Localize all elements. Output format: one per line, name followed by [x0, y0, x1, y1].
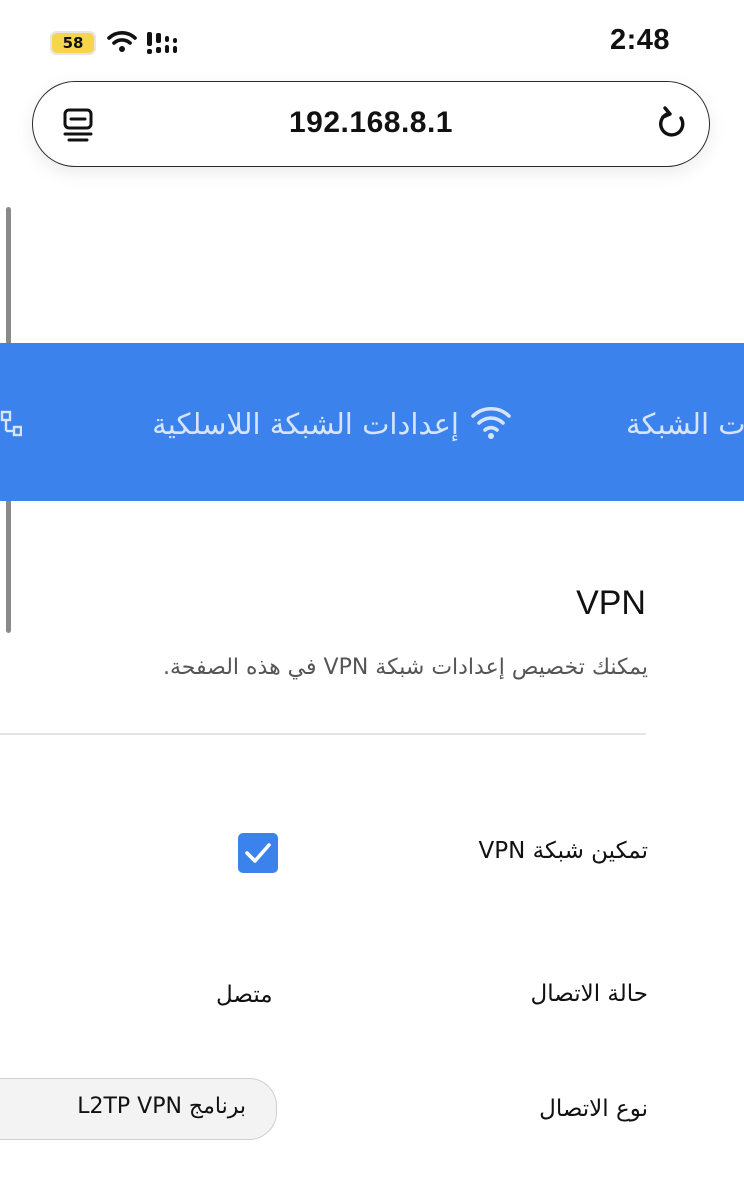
network-topology-icon[interactable] — [0, 407, 22, 437]
url-text[interactable]: 192.168.8.1 — [33, 106, 709, 140]
nav-item-wireless-settings[interactable]: إعدادات الشبكة اللاسلكية — [152, 407, 459, 441]
connection-type-value: برنامج L2TP VPN — [77, 1094, 246, 1119]
checkmark-icon — [245, 843, 271, 863]
status-bar: 58 2:48 — [0, 0, 744, 80]
page-title: VPN — [576, 584, 646, 622]
wifi-icon[interactable] — [470, 403, 512, 441]
address-bar[interactable]: 192.168.8.1 — [32, 81, 710, 167]
connection-status-label: حالة الاتصال — [530, 981, 648, 1007]
signal-icon — [147, 32, 177, 54]
reload-icon[interactable] — [655, 104, 691, 144]
wifi-icon — [107, 31, 137, 52]
enable-vpn-label: تمكين شبكة VPN — [478, 838, 648, 864]
battery-indicator: 58 — [50, 31, 96, 55]
page-description: يمكنك تخصيص إعدادات شبكة VPN في هذه الصف… — [163, 655, 648, 680]
divider — [0, 733, 646, 735]
connection-type-select[interactable]: برنامج L2TP VPN — [0, 1078, 277, 1140]
battery-level: 58 — [62, 34, 84, 52]
clock: 2:48 — [609, 24, 670, 56]
connection-type-label: نوع الاتصال — [539, 1096, 648, 1122]
enable-vpn-checkbox[interactable] — [238, 833, 278, 873]
connection-status-value: متصل — [216, 982, 273, 1008]
nav-item-network-settings[interactable]: ت الشبكة — [626, 407, 744, 441]
settings-nav-bar: إعدادات الشبكة اللاسلكية ت الشبكة — [0, 343, 744, 501]
